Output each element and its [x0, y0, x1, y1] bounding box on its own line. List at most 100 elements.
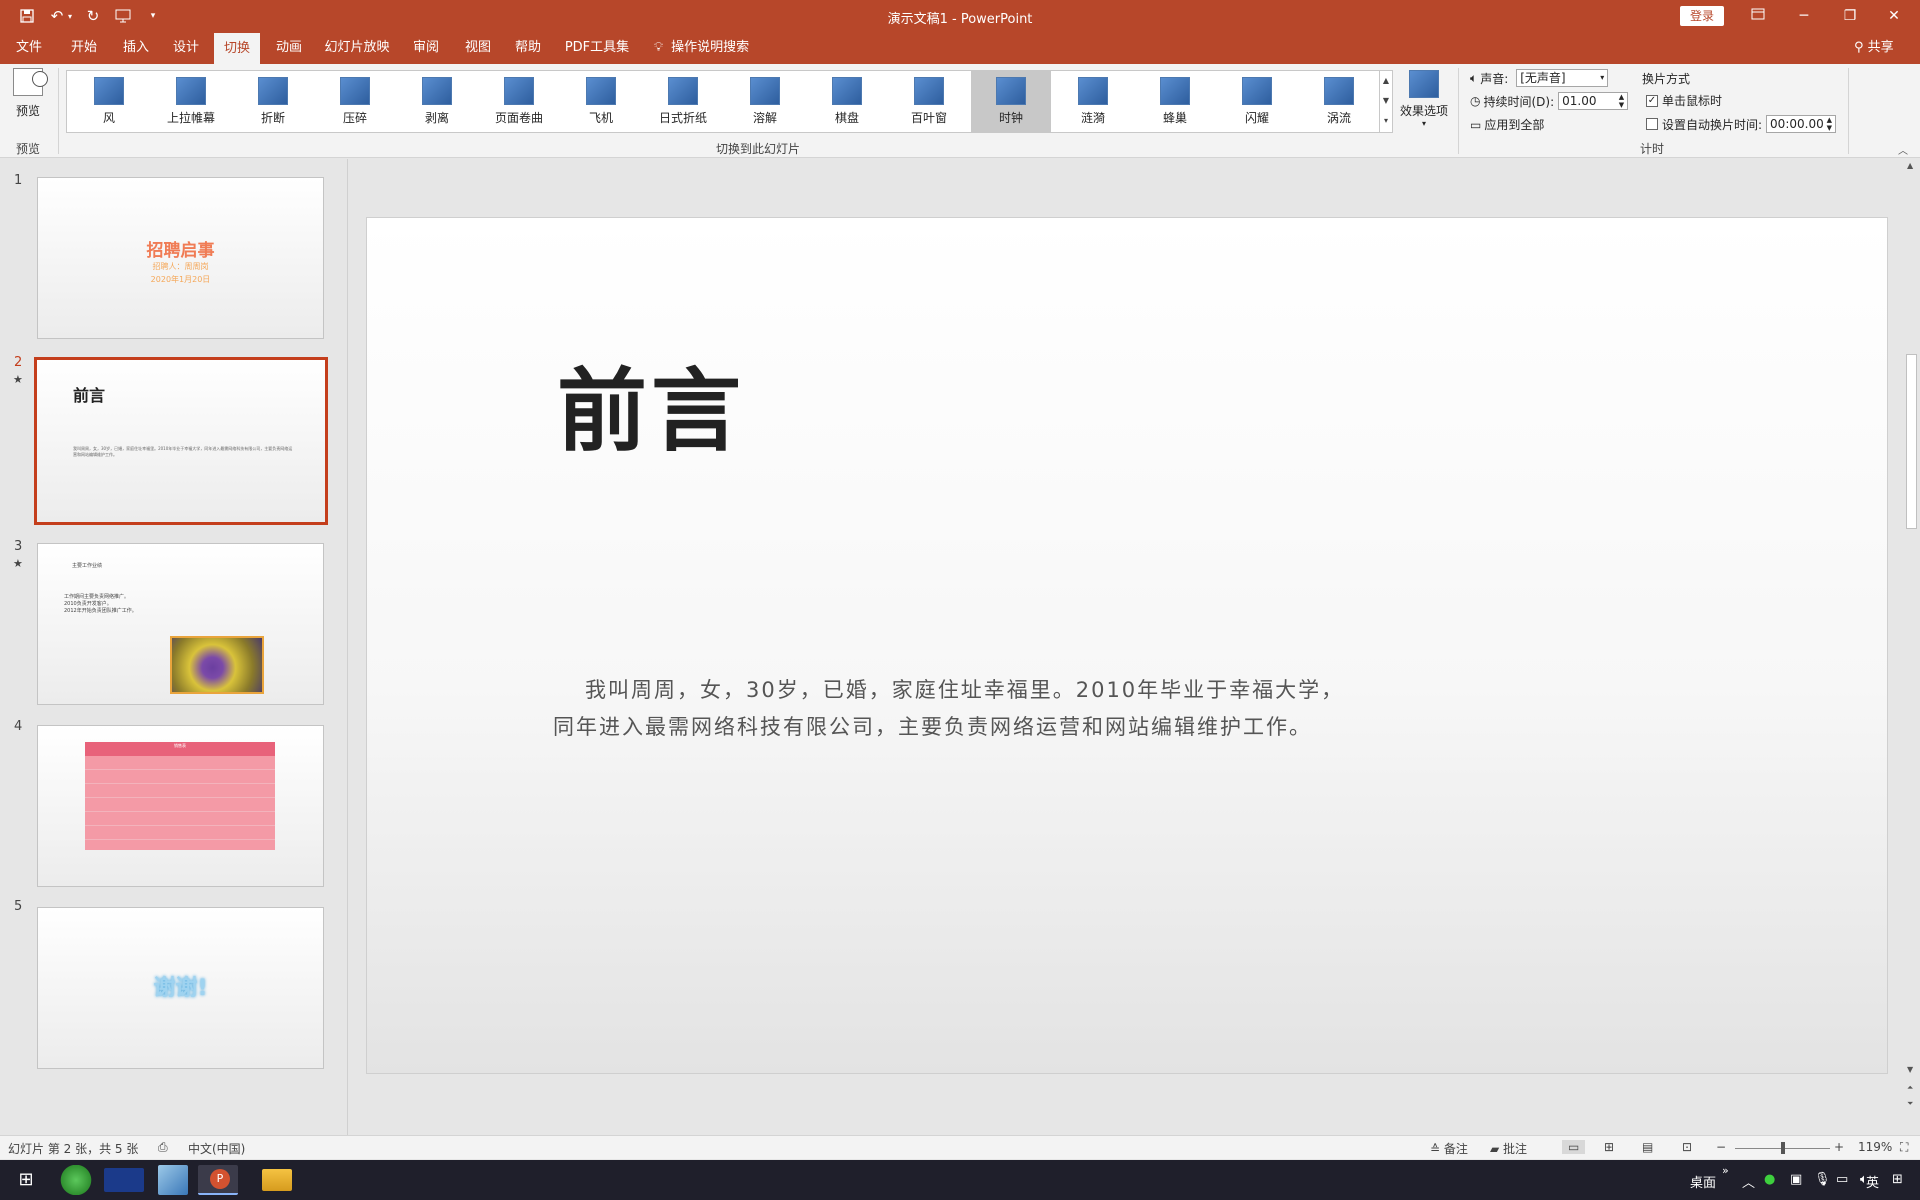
- gallery-up-icon[interactable]: ▲: [1380, 71, 1392, 91]
- tab-home[interactable]: 开始: [66, 31, 102, 64]
- transition-crush[interactable]: 压碎: [315, 71, 395, 132]
- slide-thumbnail-5[interactable]: 谢谢!: [37, 907, 324, 1069]
- scroll-thumb[interactable]: [1906, 354, 1917, 529]
- ime-mode-icon[interactable]: ⊞: [1892, 1172, 1903, 1187]
- accessibility-icon[interactable]: ⎙: [158, 1140, 168, 1155]
- previous-slide-icon[interactable]: ⏶: [1907, 1083, 1913, 1093]
- duration-input[interactable]: 01.00 ▲ ▼: [1558, 92, 1629, 110]
- ribbon-display-icon[interactable]: [1738, 4, 1778, 28]
- tab-transitions[interactable]: 切换: [214, 33, 260, 64]
- tab-slideshow[interactable]: 幻灯片放映: [324, 31, 390, 64]
- tab-help[interactable]: 帮助: [510, 31, 546, 64]
- collapse-ribbon-icon[interactable]: ︿: [1898, 142, 1908, 157]
- transition-glitter[interactable]: 闪耀: [1217, 71, 1297, 132]
- transition-vortex[interactable]: 涡流: [1299, 71, 1379, 132]
- slide-title[interactable]: 前言: [557, 338, 745, 468]
- share-label: 共享: [1867, 40, 1894, 55]
- slide-sorter-icon[interactable]: ⊞: [1604, 1140, 1614, 1154]
- normal-view-icon[interactable]: ▭: [1562, 1140, 1586, 1154]
- gallery-scroll: ▲ ▼ ▾: [1379, 70, 1393, 133]
- slide-thumbnail-2[interactable]: 前言 我叫周周，女，30岁，已婚，家庭住址幸福里。2010年毕业于幸福大学，同年…: [34, 357, 328, 525]
- tab-view[interactable]: 视图: [460, 31, 496, 64]
- reading-view-icon[interactable]: ▤: [1642, 1140, 1653, 1154]
- zoom-out-icon[interactable]: −: [1716, 1140, 1726, 1154]
- after-checkbox[interactable]: 设置自动换片时间: 00:00.00 ▲ ▼: [1646, 115, 1837, 133]
- minimize-icon[interactable]: ─: [1784, 4, 1824, 28]
- transition-origami[interactable]: 日式折纸: [643, 71, 723, 132]
- transition-honeycomb[interactable]: 蜂巢: [1135, 71, 1215, 132]
- transition-fracture[interactable]: 折断: [233, 71, 313, 132]
- comment-icon: ▰: [1490, 1142, 1504, 1156]
- tab-file[interactable]: 文件: [12, 31, 46, 64]
- crush-icon: [340, 77, 370, 105]
- fit-to-window-icon[interactable]: ⛶: [1900, 1140, 1908, 1155]
- slide-thumbnail-3[interactable]: 主要工作业绩 工作期间主要负责网络推广。 2010负责开发客户。 2012年开始…: [37, 543, 324, 705]
- toolbar-overflow-icon[interactable]: »: [1722, 1164, 1729, 1177]
- notes-icon: ≙: [1430, 1142, 1444, 1156]
- transition-dissolve[interactable]: 溶解: [725, 71, 805, 132]
- gallery-down-icon[interactable]: ▼: [1380, 91, 1392, 111]
- tray-app-icon[interactable]: ▣: [1790, 1172, 1802, 1187]
- transition-blinds[interactable]: 百叶窗: [889, 71, 969, 132]
- sound-select[interactable]: [无声音] ▾: [1516, 69, 1609, 87]
- next-slide-icon[interactable]: ⏷: [1907, 1099, 1913, 1109]
- slide-thumbnail-4[interactable]: 销售表: [37, 725, 324, 887]
- browser-icon[interactable]: [56, 1165, 96, 1195]
- network-icon[interactable]: ▭: [1836, 1172, 1848, 1187]
- ime-indicator[interactable]: 英: [1866, 1172, 1879, 1191]
- zoom-in-icon[interactable]: +: [1834, 1140, 1844, 1154]
- restore-icon[interactable]: ❐: [1830, 4, 1870, 28]
- powerpoint-taskbar-icon[interactable]: P: [198, 1165, 238, 1195]
- chevron-down-icon: ▾: [1600, 73, 1605, 82]
- advance-slide-title: 换片方式: [1642, 72, 1691, 86]
- transition-ripple[interactable]: 涟漪: [1053, 71, 1133, 132]
- on-click-checkbox[interactable]: ✓ 单击鼠标时: [1646, 92, 1722, 109]
- effect-options-label: 效果选项: [1399, 104, 1448, 118]
- tab-animations[interactable]: 动画: [270, 31, 308, 64]
- tell-me-search[interactable]: 💡︎ 操作说明搜索: [654, 31, 749, 64]
- notepad-icon[interactable]: [158, 1165, 188, 1195]
- transition-clock[interactable]: 时钟: [971, 71, 1051, 132]
- tab-insert[interactable]: 插入: [118, 31, 154, 64]
- effect-options-button[interactable]: 效果选项 ▾: [1398, 70, 1450, 130]
- slideshow-icon[interactable]: ⊡: [1682, 1140, 1692, 1154]
- file-explorer-icon[interactable]: [262, 1169, 292, 1191]
- preview-button[interactable]: 预览: [8, 68, 48, 128]
- desktop-label[interactable]: 桌面: [1690, 1172, 1716, 1191]
- slide-thumbnail-1[interactable]: 招聘启事 招聘人：周周岗 2020年1月20日: [37, 177, 324, 339]
- transition-airplane[interactable]: 飞机: [561, 71, 641, 132]
- comments-button[interactable]: ▰ 批注: [1490, 1140, 1527, 1157]
- scroll-up-icon[interactable]: ▲: [1907, 161, 1913, 170]
- transition-wind[interactable]: 风: [69, 71, 149, 132]
- zoom-level[interactable]: 119%: [1858, 1140, 1892, 1154]
- tray-app-icon[interactable]: ●: [1764, 1172, 1775, 1187]
- transition-curtain[interactable]: 上拉帷幕: [151, 71, 231, 132]
- gallery-more-icon[interactable]: ▾: [1380, 111, 1392, 131]
- microphone-icon[interactable]: 🎙︎: [1814, 1172, 1831, 1187]
- language-indicator[interactable]: 中文(中国): [188, 1140, 245, 1157]
- apply-all-button[interactable]: ▭ 应用到全部: [1470, 116, 1544, 133]
- duration-label: 持续时间(D):: [1483, 94, 1555, 109]
- transition-checkerboard[interactable]: 棋盘: [807, 71, 887, 132]
- share-button[interactable]: ⚲ 共享: [1854, 31, 1894, 64]
- app-icon[interactable]: [104, 1168, 144, 1192]
- tab-review[interactable]: 审阅: [408, 31, 444, 64]
- page-curl-icon: [504, 77, 534, 105]
- tab-pdf-tools[interactable]: PDF工具集: [564, 31, 630, 64]
- close-icon[interactable]: ✕: [1874, 4, 1914, 28]
- transition-peel-off[interactable]: 剥离: [397, 71, 477, 132]
- windows-start-icon[interactable]: ⊞: [6, 1165, 46, 1195]
- vertical-scrollbar[interactable]: ▲ ▼ ⏶ ⏷: [1903, 159, 1920, 1135]
- transition-label: 折断: [260, 111, 285, 125]
- login-button[interactable]: 登录: [1680, 6, 1724, 26]
- transition-label: 时钟: [998, 111, 1023, 125]
- notes-button[interactable]: ≙ 备注: [1430, 1140, 1468, 1157]
- transition-page-curl[interactable]: 页面卷曲: [479, 71, 559, 132]
- slide-body-text[interactable]: 我叫周周，女，30岁，已婚，家庭住址幸福里。2010年毕业于幸福大学， 同年进入…: [553, 672, 1433, 746]
- scroll-down-icon[interactable]: ▼: [1907, 1065, 1913, 1074]
- tray-expand-icon[interactable]: ︿: [1742, 1172, 1755, 1191]
- after-time-input[interactable]: 00:00.00 ▲ ▼: [1766, 115, 1837, 133]
- zoom-slider-handle[interactable]: [1781, 1142, 1785, 1154]
- current-slide[interactable]: 前言 我叫周周，女，30岁，已婚，家庭住址幸福里。2010年毕业于幸福大学， 同…: [366, 217, 1888, 1074]
- tab-design[interactable]: 设计: [168, 31, 204, 64]
